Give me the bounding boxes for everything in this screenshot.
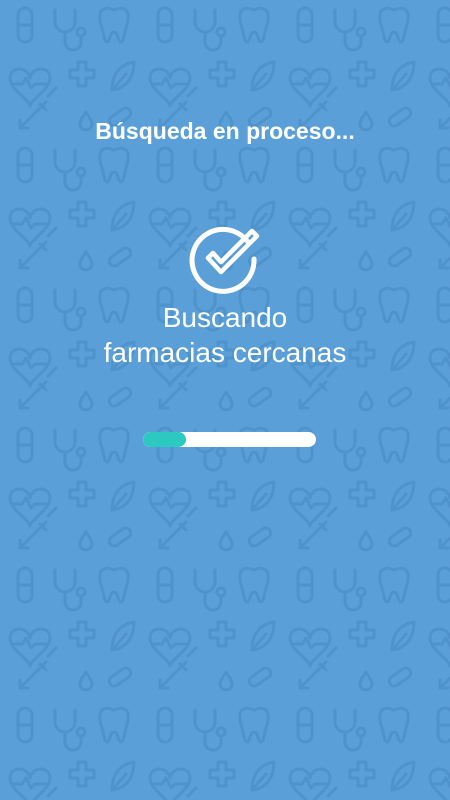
search-progress-screen: Búsqueda en proceso... Buscando farmacia…	[0, 0, 450, 800]
progress-bar-fill	[143, 432, 187, 447]
check-circle-icon	[189, 226, 260, 294]
status-message-line2: farmacias cercanas	[103, 337, 347, 368]
progress-bar	[143, 432, 316, 447]
page-title: Búsqueda en proceso...	[95, 118, 355, 144]
status-message: Buscando farmacias cercanas	[0, 300, 450, 370]
status-message-line1: Buscando	[162, 302, 288, 333]
